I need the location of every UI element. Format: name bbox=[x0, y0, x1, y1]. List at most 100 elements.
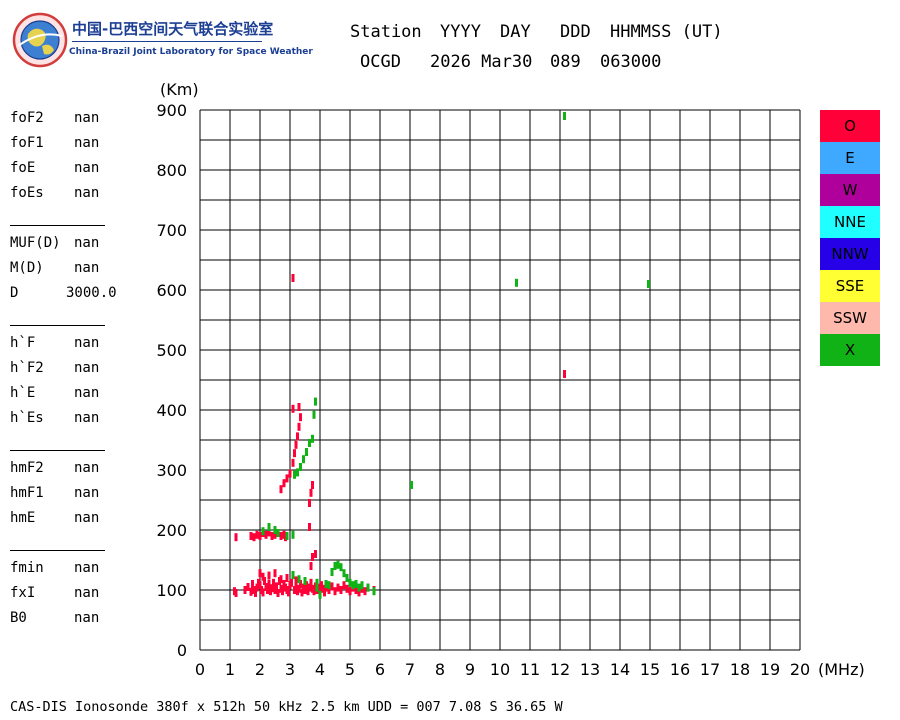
x-tick-label: 12 bbox=[550, 660, 570, 679]
echo-point-x bbox=[410, 481, 413, 489]
echo-point-o bbox=[282, 479, 286, 488]
legend-item-nnw: NNW bbox=[820, 238, 880, 270]
echo-point-o bbox=[285, 574, 289, 582]
echo-point-o bbox=[270, 532, 274, 540]
x-tick-label: 7 bbox=[405, 660, 415, 679]
x-tick-label: 18 bbox=[730, 660, 750, 679]
x-tick-label: 0 bbox=[195, 660, 205, 679]
legend-item-ssw: SSW bbox=[820, 302, 880, 334]
echo-point-x bbox=[339, 563, 343, 572]
chart-grid bbox=[199, 109, 801, 651]
x-tick-label: 15 bbox=[640, 660, 660, 679]
x-tick-label: 13 bbox=[580, 660, 600, 679]
echo-point-x bbox=[293, 470, 296, 479]
echo-point-o bbox=[252, 533, 256, 542]
echo-point-x bbox=[563, 112, 566, 120]
echo-point-x bbox=[333, 562, 337, 570]
echo-point-x bbox=[311, 434, 314, 443]
echo-point-x bbox=[330, 568, 334, 576]
x-tick-label: 1 bbox=[225, 660, 235, 679]
echo-point-o bbox=[297, 422, 301, 431]
x-tick-label: 2 bbox=[255, 660, 265, 679]
echo-point-o bbox=[249, 587, 253, 596]
y-tick-label: 700 bbox=[156, 221, 187, 240]
echo-point-x bbox=[354, 580, 358, 588]
legend-item-x: X bbox=[820, 334, 880, 366]
echo-point-o bbox=[311, 553, 314, 561]
echo-point-o bbox=[308, 523, 311, 531]
x-tick-label: 20 bbox=[790, 660, 810, 679]
legend-item-w: W bbox=[820, 174, 880, 206]
echo-point-x bbox=[291, 530, 295, 539]
echo-point-x bbox=[291, 571, 295, 579]
echo-point-o bbox=[309, 488, 313, 497]
echo-point-o bbox=[287, 588, 290, 597]
echo-point-x bbox=[305, 448, 308, 456]
echo-point-o bbox=[314, 550, 317, 558]
echo-point-o bbox=[276, 589, 280, 597]
x-tick-label: 8 bbox=[435, 660, 445, 679]
series-o bbox=[233, 274, 566, 597]
x-tick-label: 6 bbox=[375, 660, 385, 679]
echo-point-o bbox=[281, 587, 284, 596]
x-tick-label: 5 bbox=[345, 660, 355, 679]
echo-point-o bbox=[258, 569, 262, 578]
echo-point-o bbox=[342, 581, 346, 590]
echo-point-o bbox=[563, 370, 566, 378]
x-tick-label: 11 bbox=[520, 660, 540, 679]
x-tick-label: 9 bbox=[465, 660, 475, 679]
y-tick-label: 900 bbox=[156, 101, 187, 120]
legend-item-sse: SSE bbox=[820, 270, 880, 302]
echo-point-x bbox=[299, 463, 302, 471]
echo-point-x bbox=[276, 529, 280, 537]
echo-point-x bbox=[303, 577, 307, 585]
echo-point-x bbox=[318, 590, 322, 599]
echo-point-x bbox=[366, 583, 370, 592]
footer-info: CAS-DIS Ionosonde 380f x 512h 50 kHz 2.5… bbox=[10, 699, 563, 715]
y-tick-label: 0 bbox=[177, 641, 187, 660]
echo-point-x bbox=[372, 587, 376, 596]
echo-point-o bbox=[288, 469, 292, 478]
x-tick-label: 3 bbox=[285, 660, 295, 679]
echo-point-x bbox=[345, 574, 349, 582]
echo-point-o bbox=[279, 575, 283, 584]
echo-point-o bbox=[294, 576, 298, 585]
y-tick-label: 100 bbox=[156, 581, 187, 600]
echo-point-x bbox=[351, 581, 355, 590]
y-tick-label: 500 bbox=[156, 341, 187, 360]
echo-point-x bbox=[267, 523, 271, 531]
echo-point-x bbox=[348, 578, 352, 587]
echo-point-x bbox=[297, 575, 301, 584]
echo-point-o bbox=[261, 572, 265, 581]
legend-item-e: E bbox=[820, 142, 880, 174]
echo-point-x bbox=[357, 583, 361, 592]
legend-item-o: O bbox=[820, 110, 880, 142]
echo-point-o bbox=[243, 586, 247, 594]
echo-point-x bbox=[308, 439, 311, 447]
x-tick-label: 10 bbox=[490, 660, 510, 679]
echo-point-x bbox=[315, 583, 319, 592]
echo-point-o bbox=[272, 578, 275, 587]
echo-point-o bbox=[291, 458, 295, 467]
x-tick-label: 19 bbox=[760, 660, 780, 679]
x-tick-label: 4 bbox=[315, 660, 325, 679]
echo-point-o bbox=[345, 584, 349, 593]
echo-point-o bbox=[299, 413, 302, 422]
echo-point-x bbox=[285, 532, 289, 540]
echo-point-x bbox=[647, 280, 650, 288]
x-axis-label: (MHz) bbox=[818, 660, 865, 679]
echo-point-x bbox=[515, 278, 518, 287]
echo-point-o bbox=[246, 583, 250, 591]
x-tick-label: 14 bbox=[610, 660, 630, 679]
echo-point-o bbox=[267, 580, 271, 588]
echo-point-x bbox=[327, 581, 331, 590]
echo-point-x bbox=[302, 455, 305, 464]
echo-point-x bbox=[324, 580, 328, 588]
echo-point-o bbox=[308, 499, 311, 507]
echo-point-o bbox=[273, 569, 277, 578]
x-tick-label: 17 bbox=[700, 660, 720, 679]
y-tick-label: 600 bbox=[156, 281, 187, 300]
echo-point-o bbox=[293, 449, 296, 458]
echo-point-x bbox=[342, 569, 346, 578]
echo-point-o bbox=[261, 588, 265, 597]
